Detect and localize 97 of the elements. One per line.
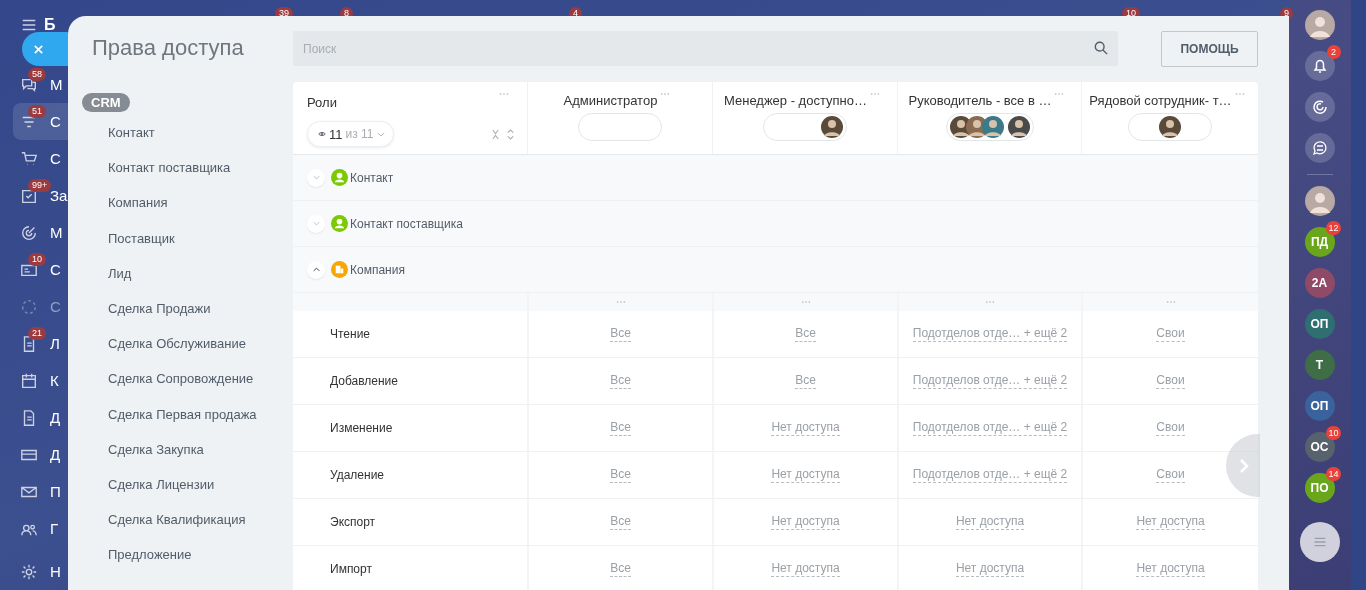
nav-item[interactable]: С	[0, 140, 68, 177]
menu-item[interactable]: Сделка Закупка	[82, 440, 293, 476]
more-icon[interactable]	[1234, 92, 1245, 96]
permission-label: Чтение	[330, 327, 371, 341]
nav-item[interactable]: 58 М	[0, 66, 68, 103]
chevron-down-icon	[312, 175, 320, 180]
toggle-button[interactable]	[307, 260, 325, 279]
section-title[interactable]: Контакт	[350, 170, 394, 185]
gear-icon	[20, 562, 38, 581]
count-badge: 14	[1326, 467, 1341, 481]
column-header: Руководитель - все в …	[908, 93, 1052, 108]
menu-item[interactable]: Сделка Сопровождение	[82, 370, 293, 406]
chat-avatar[interactable]: ОП	[1304, 309, 1335, 339]
permission-label: Импорт	[330, 562, 372, 576]
menu-item[interactable]: Сделка Обслуживание	[82, 335, 293, 371]
more-icon[interactable]	[1054, 92, 1065, 96]
menu-item[interactable]: Сделка Первая продажа	[82, 405, 293, 441]
eye-icon	[318, 131, 326, 137]
nav-item[interactable]: 51 С	[13, 103, 68, 140]
permission-label: Экспорт	[330, 515, 376, 529]
nav-item[interactable]: 10 С	[0, 251, 68, 288]
cart-icon	[20, 149, 38, 168]
column-header: Рядовой сотрудник- т…	[1089, 93, 1232, 108]
more-icon[interactable]	[499, 92, 509, 96]
expand-icon[interactable]	[506, 128, 515, 140]
more-icon[interactable]	[800, 300, 811, 304]
spiral-icon[interactable]	[1304, 92, 1335, 122]
chevron-right-icon	[1239, 457, 1249, 474]
menu-item[interactable]: Поставщик	[82, 229, 293, 265]
avatar[interactable]	[1304, 10, 1335, 40]
close-icon[interactable]	[33, 43, 44, 55]
count-badge: 58	[28, 68, 46, 81]
section-title[interactable]: Контакт поставщика	[350, 216, 463, 231]
page-title: Права доступа	[91, 34, 245, 62]
notification-icon[interactable]	[1304, 51, 1335, 81]
count-badge: 21	[28, 327, 46, 340]
menu-item[interactable]: Контакт поставщика	[82, 159, 293, 195]
toggle-button[interactable]	[307, 168, 325, 187]
menu-item[interactable]: Лид	[82, 264, 293, 300]
menu-item[interactable]: Компания	[82, 194, 293, 230]
more-icon[interactable]	[1165, 300, 1176, 304]
menu-item[interactable]: Сделка Квалификация	[82, 511, 293, 547]
permission-label: Добавление	[330, 374, 398, 388]
column-header: Роли	[307, 95, 338, 110]
nav-item[interactable]: 99+ За	[0, 177, 68, 214]
nav-item[interactable]: Д	[0, 399, 68, 436]
avatar	[1007, 116, 1030, 138]
permission-label: Удаление	[330, 468, 385, 482]
menu-item[interactable]: Сделка Лицензии	[82, 475, 293, 512]
chat-avatar[interactable]: ОП	[1304, 391, 1335, 421]
chat-icon[interactable]	[1304, 133, 1335, 163]
toggle-button[interactable]	[307, 214, 325, 233]
collapse-icon[interactable]	[491, 128, 500, 140]
column-header: Менеджер - доступно…	[724, 93, 867, 108]
menu-item[interactable]: Предложение	[82, 546, 293, 582]
nav-item[interactable]: Д	[0, 436, 68, 473]
permission-label: Изменение	[330, 421, 393, 435]
column-header: Администратор	[563, 93, 658, 108]
search-field[interactable]: Поиск	[293, 31, 1118, 66]
more-icon[interactable]	[660, 92, 671, 96]
group-label: CRM	[82, 93, 130, 112]
target-icon	[20, 223, 38, 242]
avatar	[1159, 116, 1181, 138]
more-icon[interactable]	[870, 92, 880, 96]
menu-item[interactable]: Контакт	[82, 124, 293, 160]
chevron-down-icon	[376, 131, 385, 137]
section-title[interactable]: Компания	[350, 262, 405, 277]
nav-item[interactable]: Г	[0, 510, 68, 547]
roles-filter-button[interactable]: 11 из 11	[307, 121, 394, 147]
help-button[interactable]: ПОМОЩЬ	[1161, 31, 1258, 67]
menu-item[interactable]: Сделка Продажи	[82, 299, 293, 336]
close-button[interactable]	[22, 32, 68, 66]
count-badge: 2	[1326, 45, 1341, 59]
count-badge: 10	[28, 253, 46, 266]
more-icon[interactable]	[985, 300, 995, 304]
nav-item[interactable]: Н	[0, 553, 68, 590]
more-icon[interactable]	[615, 300, 626, 304]
count-badge: 99+	[28, 179, 52, 192]
chevron-down-icon	[312, 221, 320, 226]
avatar[interactable]	[1304, 186, 1335, 216]
count-badge: 12	[1326, 221, 1341, 235]
chat-avatar[interactable]: 2А	[1304, 268, 1335, 298]
menu-button[interactable]	[1299, 522, 1340, 562]
scroll-right-button[interactable]	[1226, 434, 1260, 497]
nav-item[interactable]: К	[0, 362, 68, 399]
count-badge: 10	[1326, 426, 1341, 440]
nav-item[interactable]: П	[0, 473, 68, 510]
avatar	[821, 116, 843, 138]
search-icon[interactable]	[1094, 41, 1108, 55]
nav-item[interactable]: 21 Л	[0, 325, 68, 362]
nav-item[interactable]: М	[0, 214, 68, 251]
calendar-icon	[20, 371, 38, 390]
count-badge: 51	[28, 105, 46, 118]
avatar	[981, 116, 1004, 138]
portal-logo-text: Б	[44, 16, 56, 34]
chat-avatar[interactable]: Т	[1304, 350, 1335, 380]
chevron-up-icon	[312, 267, 320, 272]
